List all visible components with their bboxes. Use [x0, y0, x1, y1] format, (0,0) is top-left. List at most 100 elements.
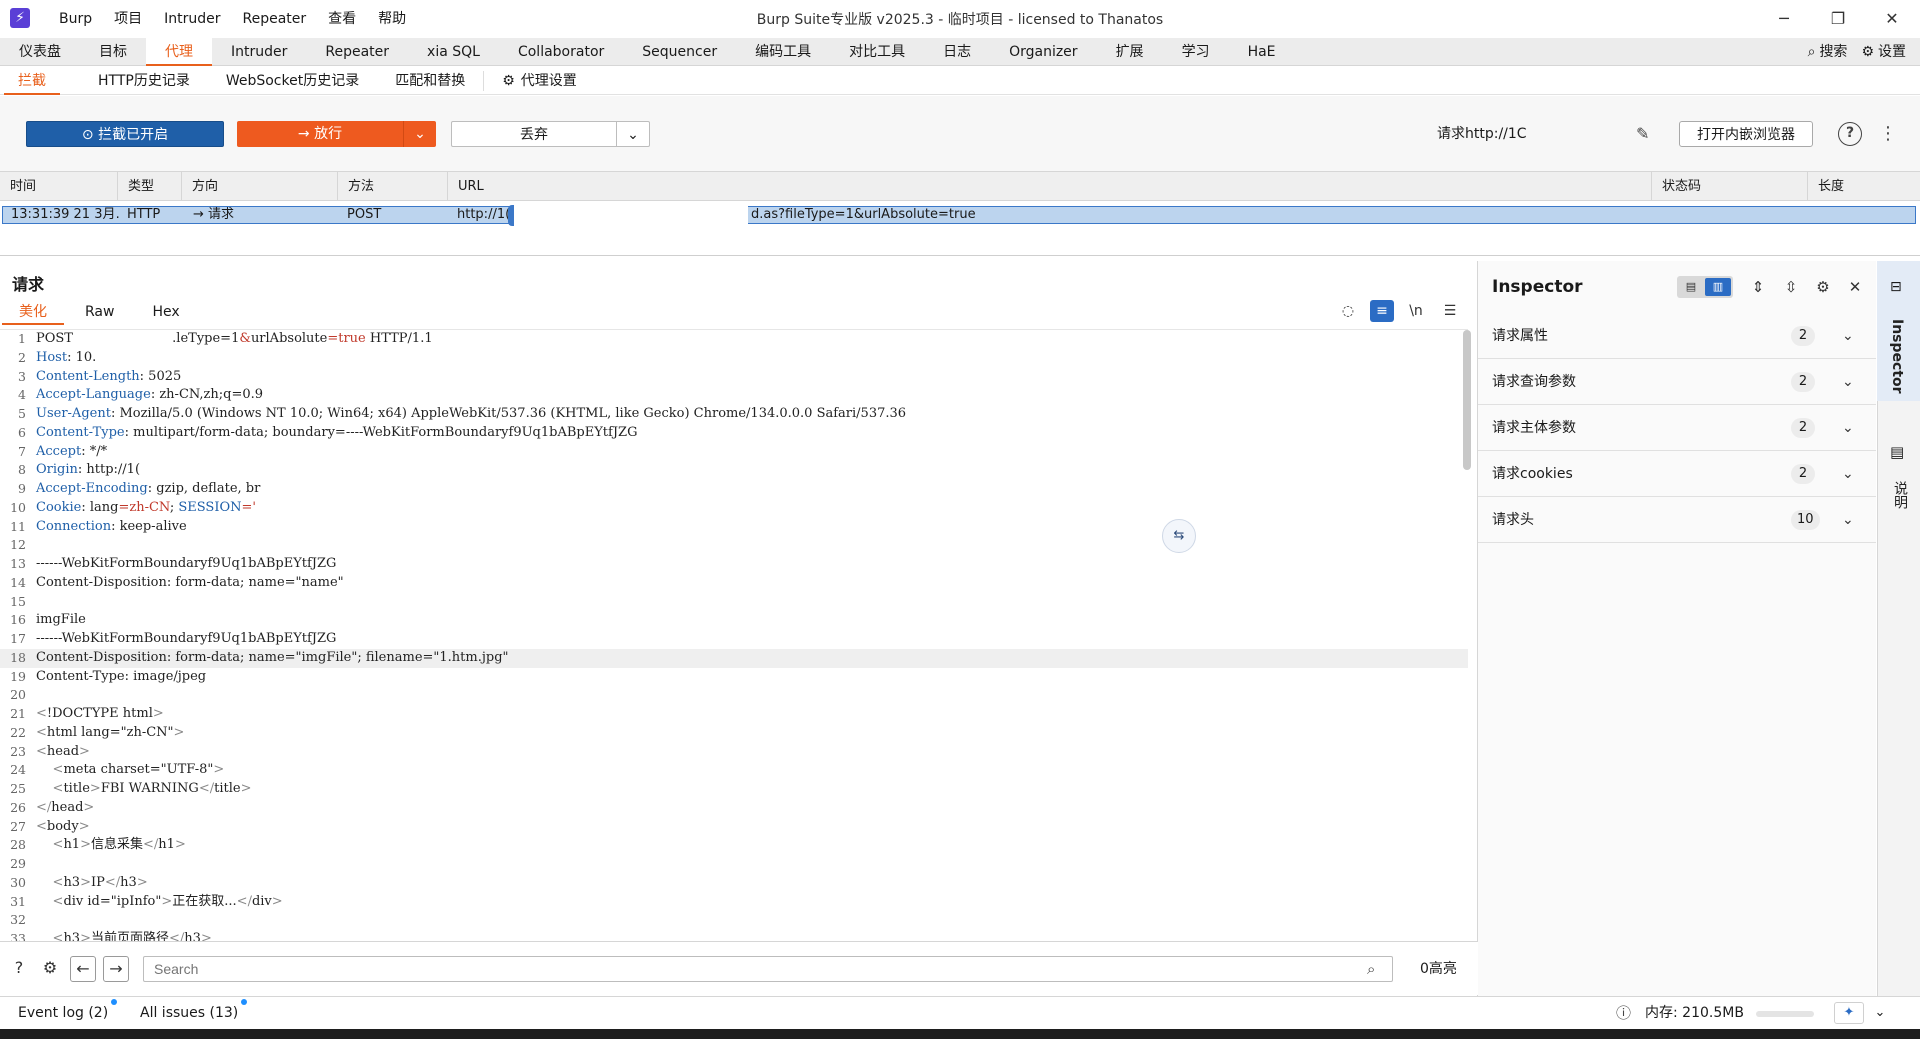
code-line[interactable]: 1 POST .leType=1&urlAbsolute=true HTTP/1.…: [0, 330, 1468, 349]
menu-help[interactable]: 帮助: [367, 0, 417, 38]
code-line[interactable]: 14 Content-Disposition: form-data; name="…: [0, 574, 1468, 593]
tab-pretty[interactable]: 美化: [0, 299, 66, 325]
help-icon[interactable]: ?: [1838, 122, 1862, 146]
code-line[interactable]: 2 Host: 10.: [0, 349, 1468, 368]
collapse-all-icon[interactable]: ⇳: [1779, 276, 1803, 298]
code-line[interactable]: 22 <html lang="zh-CN">: [0, 724, 1468, 743]
global-settings-button[interactable]: ⚙ 设置: [1861, 38, 1906, 66]
menu-project[interactable]: 项目: [103, 0, 153, 38]
col-time[interactable]: 时间: [0, 172, 118, 201]
code-line[interactable]: 27 <body>: [0, 818, 1468, 837]
subtab-websocket-history[interactable]: WebSocket历史记录: [208, 67, 377, 95]
code-line[interactable]: 7 Accept: */*: [0, 443, 1468, 462]
chevron-down-icon[interactable]: ⌄: [1842, 497, 1854, 543]
chevron-down-icon[interactable]: ⌄: [1842, 313, 1854, 359]
hide-nonprintable-icon[interactable]: ◌: [1336, 300, 1360, 322]
tab-xia-sql[interactable]: xia SQL: [408, 38, 499, 66]
edit-pencil-icon[interactable]: ✎: [1636, 121, 1649, 147]
tab-sequencer[interactable]: Sequencer: [623, 38, 736, 66]
close-inspector-icon[interactable]: ✕: [1843, 276, 1867, 298]
proxy-settings-button[interactable]: ⚙ 代理设置: [483, 70, 595, 91]
table-row[interactable]: 13:31:39 21 3月… HTTP → 请求 POST http://1(…: [2, 206, 1916, 224]
inspector-section-cookies[interactable]: 请求cookies 2 ⌄: [1478, 451, 1876, 497]
wrap-lines-icon[interactable]: ≡: [1370, 300, 1394, 322]
tab-hae[interactable]: HaE: [1229, 38, 1295, 66]
col-url[interactable]: URL: [448, 172, 1652, 201]
col-direction[interactable]: 方向: [182, 172, 338, 201]
code-line[interactable]: 17 ------WebKitFormBoundaryf9Uq1bABpEYtfJ…: [0, 630, 1468, 649]
inspector-settings-icon[interactable]: ⚙: [1811, 276, 1835, 298]
search-input[interactable]: [143, 956, 1393, 982]
code-line[interactable]: 18 Content-Disposition: form-data; name="…: [0, 648, 1468, 668]
rail-inspector-tab[interactable]: ⊟ Inspector: [1877, 261, 1920, 401]
col-length[interactable]: 长度: [1808, 172, 1920, 201]
show-newlines-button[interactable]: \n: [1404, 300, 1428, 322]
ai-sparkle-icon[interactable]: ✦: [1834, 1002, 1864, 1024]
layout-toggle[interactable]: ▤ ▥: [1677, 276, 1733, 298]
previous-arrow-icon[interactable]: ←: [70, 956, 96, 982]
code-line[interactable]: 24 <meta charset="UTF-8">: [0, 761, 1468, 780]
notes-icon[interactable]: ▤: [1890, 443, 1904, 461]
code-line[interactable]: 15: [0, 593, 1468, 612]
code-line[interactable]: 28 <h1>信息采集</h1>: [0, 836, 1468, 855]
help-icon[interactable]: ?: [6, 956, 32, 982]
tab-learn[interactable]: 学习: [1163, 38, 1229, 66]
gear-icon[interactable]: ⚙: [37, 956, 63, 982]
chevron-down-icon[interactable]: ⌄: [1842, 405, 1854, 451]
tab-organizer[interactable]: Organizer: [990, 38, 1096, 66]
code-line[interactable]: 31 <div id="ipInfo">正在获取...</div>: [0, 893, 1468, 912]
code-line[interactable]: 5 User-Agent: Mozilla/5.0 (Windows NT 10.…: [0, 405, 1468, 424]
inspector-section-query-params[interactable]: 请求查询参数 2 ⌄: [1478, 359, 1876, 405]
editor-scrollbar[interactable]: [1463, 330, 1471, 470]
code-line[interactable]: 21 <!DOCTYPE html>: [0, 705, 1468, 724]
kebab-menu-icon[interactable]: ⋮: [1879, 121, 1897, 147]
tab-raw[interactable]: Raw: [66, 299, 133, 325]
tab-dashboard[interactable]: 仪表盘: [0, 38, 80, 66]
drop-dropdown-button[interactable]: ⌄: [616, 121, 650, 147]
minimize-icon[interactable]: ─: [1756, 0, 1812, 38]
chevron-down-icon[interactable]: ⌄: [1842, 359, 1854, 405]
code-line[interactable]: 19 Content-Type: image/jpeg: [0, 668, 1468, 687]
next-arrow-icon[interactable]: →: [103, 956, 129, 982]
forward-dropdown-button[interactable]: ⌄: [403, 121, 436, 147]
code-line[interactable]: 6 Content-Type: multipart/form-data; boun…: [0, 424, 1468, 443]
tab-intruder[interactable]: Intruder: [212, 38, 306, 66]
subtab-http-history[interactable]: HTTP历史记录: [80, 67, 208, 95]
tab-decoder[interactable]: 编码工具: [736, 38, 830, 66]
code-line[interactable]: 23 <head>: [0, 743, 1468, 762]
open-browser-button[interactable]: 打开内嵌浏览器: [1679, 121, 1813, 147]
code-line[interactable]: 30 <h3>IP</h3>: [0, 874, 1468, 893]
close-window-icon[interactable]: ✕: [1864, 0, 1920, 38]
intercept-toggle-button[interactable]: ⊙ 拦截已开启: [26, 121, 224, 147]
chevron-down-icon[interactable]: ⌄: [1868, 1002, 1892, 1024]
all-issues-button[interactable]: All issues (13): [140, 997, 248, 1030]
tab-repeater[interactable]: Repeater: [306, 38, 408, 66]
tab-proxy[interactable]: 代理: [146, 37, 212, 66]
code-line[interactable]: 25 <title>FBI WARNING</title>: [0, 780, 1468, 799]
code-line[interactable]: 32: [0, 911, 1468, 930]
code-line[interactable]: 29: [0, 855, 1468, 874]
code-line[interactable]: 11 Connection: keep-alive: [0, 518, 1468, 537]
col-type[interactable]: 类型: [118, 172, 182, 201]
request-editor[interactable]: 1 POST .leType=1&urlAbsolute=true HTTP/1.…: [0, 329, 1468, 941]
code-line[interactable]: 9 Accept-Encoding: gzip, deflate, br: [0, 480, 1468, 499]
code-line[interactable]: 8 Origin: http://1(: [0, 461, 1468, 480]
tab-extensions[interactable]: 扩展: [1097, 38, 1163, 66]
restore-icon[interactable]: ❐: [1810, 0, 1866, 38]
drop-button[interactable]: 丢弃: [451, 121, 617, 147]
floating-action-icon[interactable]: ⇆: [1162, 519, 1196, 553]
forward-button[interactable]: → 放行: [237, 121, 403, 147]
code-line[interactable]: 33 <h3>当前页面路径</h3>: [0, 930, 1468, 941]
event-log-button[interactable]: Event log (2): [18, 997, 118, 1030]
code-line[interactable]: 13 ------WebKitFormBoundaryf9Uq1bABpEYtfJ…: [0, 555, 1468, 574]
code-line[interactable]: 20: [0, 686, 1468, 705]
code-line[interactable]: 3 Content-Length: 5025: [0, 368, 1468, 387]
expand-all-icon[interactable]: ⇕: [1746, 276, 1770, 298]
code-line[interactable]: 10 Cookie: lang=zh-CN; SESSION=': [0, 499, 1468, 518]
subtab-match-replace[interactable]: 匹配和替换: [377, 67, 483, 95]
inspector-section-headers[interactable]: 请求头 10 ⌄: [1478, 497, 1876, 543]
rail-notes-label[interactable]: 说明: [1890, 481, 1910, 509]
code-line[interactable]: 4 Accept-Language: zh-CN,zh;q=0.9: [0, 386, 1468, 405]
menu-intruder[interactable]: Intruder: [153, 0, 231, 38]
menu-burp[interactable]: Burp: [48, 0, 103, 38]
